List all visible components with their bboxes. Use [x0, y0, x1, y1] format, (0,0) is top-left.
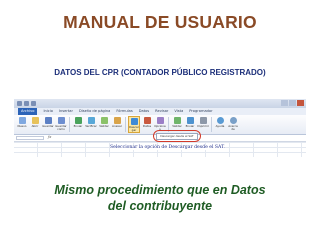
- tab-datos[interactable]: Datos: [139, 108, 149, 115]
- data-icon: [143, 117, 151, 124]
- name-box[interactable]: [16, 136, 44, 140]
- embedded-screenshot: Archivo Inicio Insertar Diseño de página…: [14, 99, 306, 157]
- send-icon: [74, 117, 82, 124]
- ribbon-tabs: Archivo Inicio Insertar Diseño de página…: [14, 108, 306, 115]
- options-icon: [156, 117, 164, 124]
- ribbon-separator: [125, 117, 126, 132]
- ribbon-button-acerca[interactable]: Acerca de: [227, 116, 239, 133]
- attach-icon: [113, 117, 121, 124]
- window-titlebar: [14, 99, 306, 108]
- close-icon[interactable]: [297, 100, 304, 106]
- validate-icon: [173, 117, 181, 124]
- ribbon-button-validar[interactable]: Validar: [98, 116, 110, 133]
- page-title: MANUAL DE USUARIO: [63, 12, 257, 32]
- ribbon-separator: [69, 117, 70, 132]
- tab-insertar[interactable]: Insertar: [59, 108, 73, 115]
- new-file-icon: [18, 117, 26, 124]
- section-subtitle: DATOS DEL CPR (CONTADOR PÚBLICO REGISTRA…: [54, 68, 266, 77]
- save-as-icon: [57, 117, 65, 124]
- tab-vista[interactable]: Vista: [174, 108, 183, 115]
- ribbon-button-enviar[interactable]: Enviar: [72, 116, 84, 133]
- tab-diseno[interactable]: Diseño de página: [79, 108, 110, 115]
- fx-icon: ƒx: [48, 135, 52, 139]
- tab-formulas[interactable]: Fórmulas: [116, 108, 132, 115]
- validate-icon: [100, 117, 108, 124]
- tab-programador[interactable]: Programador: [189, 108, 212, 115]
- undo-icon[interactable]: [24, 101, 29, 106]
- tab-inicio[interactable]: Inicio: [43, 108, 53, 115]
- minimize-icon[interactable]: [281, 100, 288, 106]
- info-icon: [229, 117, 237, 124]
- ribbon-button-descargar[interactable]: Descargar: [128, 116, 140, 133]
- ribbon-button-ayuda[interactable]: Ayuda: [214, 116, 226, 133]
- ribbon-button-verificar[interactable]: Verificar: [85, 116, 97, 133]
- tab-archivo[interactable]: Archivo: [18, 108, 38, 115]
- ribbon-separator: [211, 117, 212, 132]
- folder-icon: [31, 117, 39, 124]
- caption: Mismo procedimiento que en Datos del con…: [0, 182, 320, 214]
- redo-icon[interactable]: [31, 101, 36, 106]
- save-icon[interactable]: [17, 101, 22, 106]
- ribbon-button-guardar-como[interactable]: Guardar como: [55, 116, 67, 133]
- ribbon-button-guardar[interactable]: Guardar: [42, 116, 54, 133]
- save-icon: [44, 117, 52, 124]
- caption-line-2: del contribuyente: [107, 199, 213, 213]
- maximize-icon[interactable]: [289, 100, 296, 106]
- help-icon: [216, 117, 224, 124]
- ribbon-button-anexar[interactable]: Anexar: [111, 116, 123, 133]
- download-icon: [130, 118, 138, 125]
- check-icon: [87, 117, 95, 124]
- print-icon: [199, 117, 207, 124]
- instruction-text: Seleccionar la opción de Descargar desde…: [110, 145, 225, 150]
- send-icon: [186, 117, 194, 124]
- tooltip: Descargar desde el SAT: [156, 133, 198, 140]
- ribbon-button-datos[interactable]: Datos: [141, 116, 153, 133]
- caption-line-1: Mismo procedimiento que en Datos: [54, 183, 266, 197]
- ribbon-button-nuevo[interactable]: Nuevo: [16, 116, 28, 133]
- tab-revisar[interactable]: Revisar: [155, 108, 168, 115]
- window-controls: [281, 100, 304, 106]
- ribbon-button-abrir[interactable]: Abrir: [29, 116, 41, 133]
- quick-access-toolbar: [17, 101, 36, 106]
